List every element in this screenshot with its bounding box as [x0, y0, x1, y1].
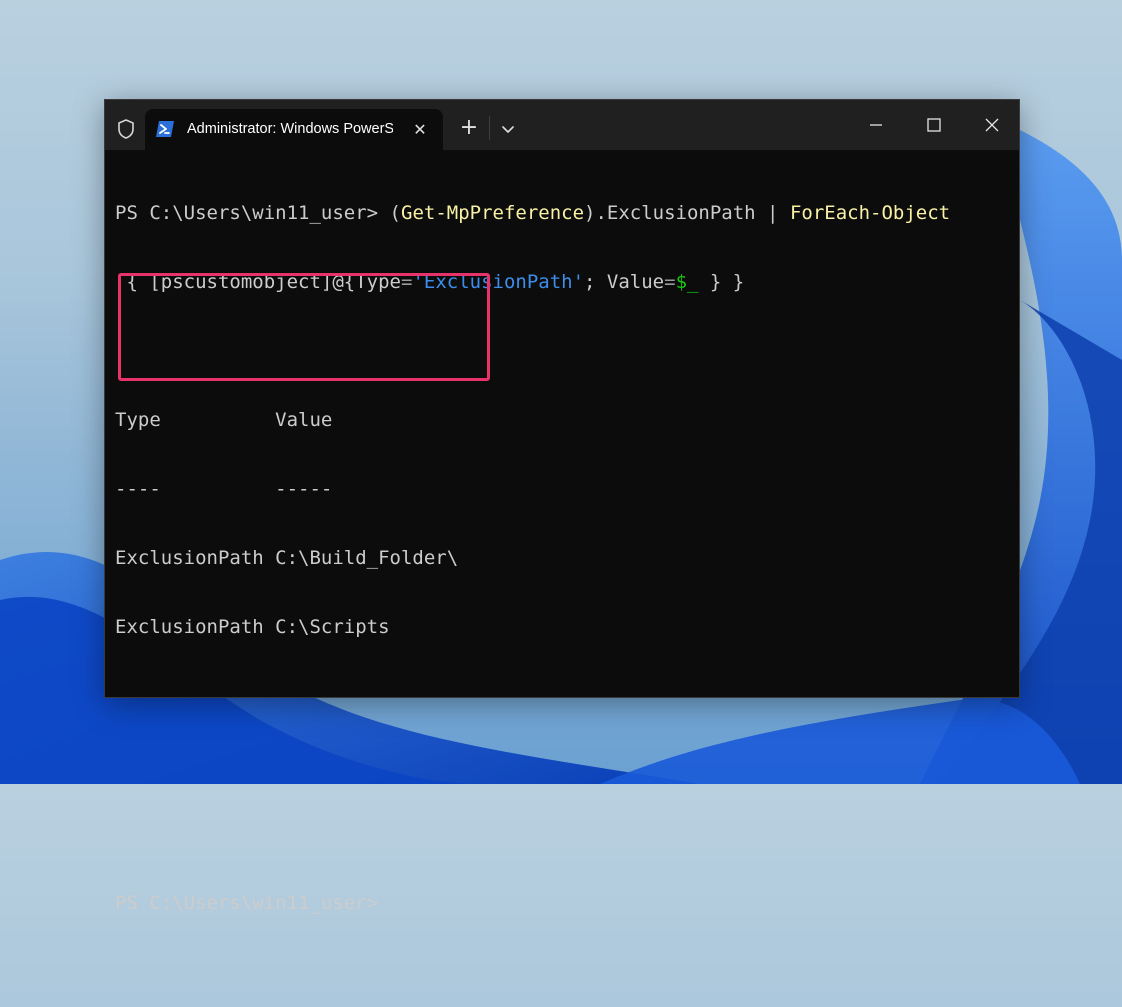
scriptblock-end: } }: [709, 271, 745, 293]
tab-divider: [489, 116, 490, 140]
output-row: ExclusionPath C:\Scripts: [115, 616, 390, 638]
pipeline-variable: $_: [675, 271, 699, 293]
title-bar[interactable]: Administrator: Windows PowerShell ✕ +: [105, 100, 1019, 150]
cmdlet-foreach-object: ForEach-Object: [789, 202, 951, 224]
maximize-icon: [927, 118, 941, 132]
paren-open: (: [389, 202, 401, 224]
minimize-button[interactable]: [847, 100, 905, 150]
highlight-annotation-box: [118, 273, 490, 381]
cmdlet-get-mppreference: Get-MpPreference: [401, 202, 585, 224]
prompt-line: PS C:\Users\win11_user>: [115, 892, 379, 914]
output-underline: ---- -----: [115, 478, 333, 500]
tab-powershell[interactable]: Administrator: Windows PowerShell ✕: [145, 109, 443, 150]
terminal-window: Administrator: Windows PowerShell ✕ + PS…: [104, 99, 1020, 914]
close-window-button[interactable]: [963, 100, 1021, 150]
operator-equals: =: [664, 271, 676, 293]
command-line-1: PS C:\Users\win11_user> (Get-MpPreferenc…: [115, 202, 1011, 225]
maximize-button[interactable]: [905, 100, 963, 150]
powershell-icon: [156, 121, 174, 137]
minimize-icon: [870, 124, 882, 126]
property-exclusionpath: ).ExclusionPath |: [584, 202, 790, 224]
new-tab-button[interactable]: +: [455, 114, 483, 142]
scriptblock-middle: ; Value: [584, 271, 665, 293]
output-row: ExclusionPath C:\Build_Folder\: [115, 547, 459, 569]
terminal-output[interactable]: PS C:\Users\win11_user> (Get-MpPreferenc…: [115, 156, 1011, 1007]
chevron-down-icon[interactable]: [495, 115, 521, 143]
tab-title: Administrator: Windows PowerShell: [187, 121, 393, 137]
shield-icon: [118, 119, 134, 139]
close-icon[interactable]: ✕: [407, 117, 433, 143]
close-window-icon: [985, 118, 999, 132]
prompt: PS C:\Users\win11_user>: [115, 202, 390, 224]
output-header: Type Value: [115, 409, 333, 431]
